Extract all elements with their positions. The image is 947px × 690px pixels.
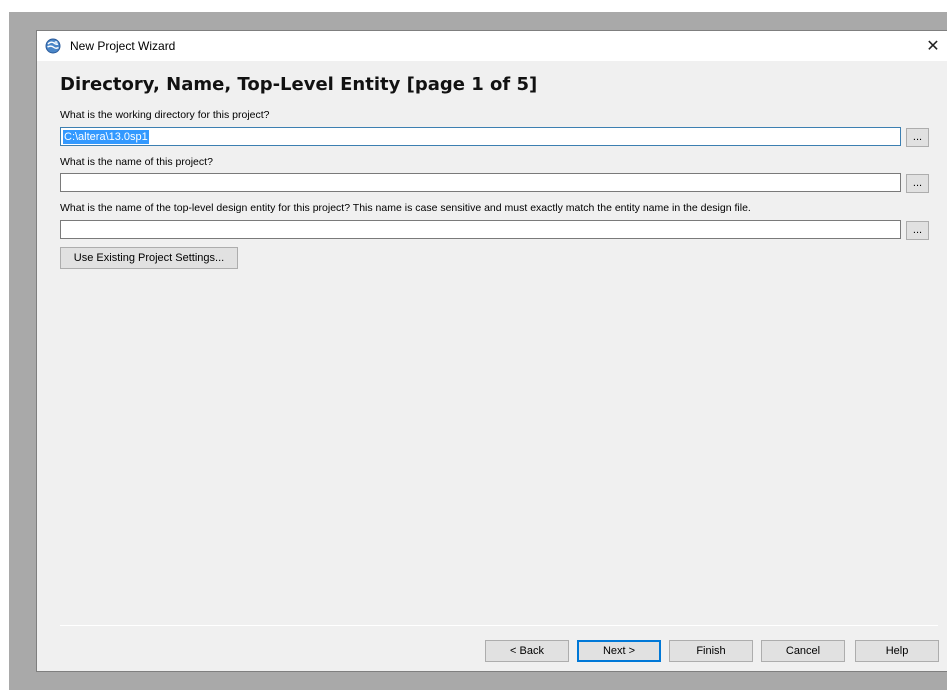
help-button[interactable]: Help: [855, 640, 939, 662]
directory-input[interactable]: [60, 127, 901, 146]
page-heading: Directory, Name, Top-Level Entity [page …: [60, 74, 538, 95]
new-project-wizard-dialog: New Project Wizard ✕ Directory, Name, To…: [36, 30, 947, 672]
directory-input-value: C:\altera\13.0sp1: [63, 130, 149, 144]
close-button[interactable]: ✕: [919, 31, 947, 61]
cancel-button[interactable]: Cancel: [761, 640, 845, 662]
back-button[interactable]: < Back: [485, 640, 569, 662]
window-title: New Project Wizard: [70, 39, 176, 53]
desktop-background: New Project Wizard ✕ Directory, Name, To…: [0, 0, 947, 690]
top-level-entity-label: What is the name of the top-level design…: [60, 202, 751, 214]
next-button[interactable]: Next >: [577, 640, 661, 662]
finish-button[interactable]: Finish: [669, 640, 753, 662]
use-existing-project-settings-button[interactable]: Use Existing Project Settings...: [60, 247, 238, 269]
quartus-globe-icon: [45, 38, 61, 54]
footer-separator: [60, 625, 938, 626]
top-level-entity-browse-button[interactable]: ...: [906, 221, 929, 240]
directory-label: What is the working directory for this p…: [60, 109, 270, 121]
directory-browse-button[interactable]: ...: [906, 128, 929, 147]
project-name-input[interactable]: [60, 173, 901, 192]
title-bar: New Project Wizard ✕: [37, 31, 947, 61]
project-name-browse-button[interactable]: ...: [906, 174, 929, 193]
project-name-label: What is the name of this project?: [60, 156, 213, 168]
close-icon: ✕: [926, 38, 940, 55]
top-level-entity-input[interactable]: [60, 220, 901, 239]
